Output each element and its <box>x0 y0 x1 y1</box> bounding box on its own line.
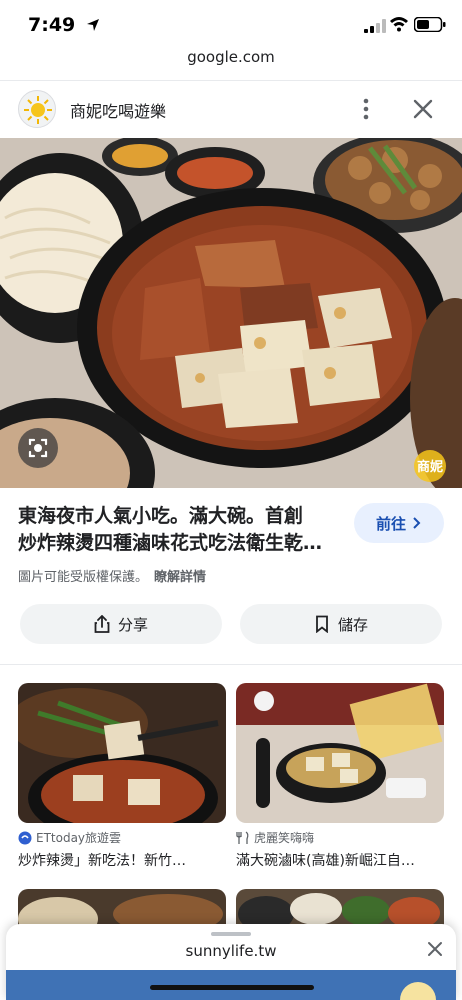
result-title-line: 炒炸辣燙四種滷味花式吃法衛生乾… <box>18 532 323 554</box>
result-title[interactable]: 東海夜市人氣小吃。滿大碗。首創 炒炸辣燙四種滷味花式吃法衛生乾… <box>18 503 348 559</box>
sheet-drag-handle[interactable] <box>211 932 251 936</box>
sun-logo-icon <box>24 96 52 124</box>
site-logo[interactable] <box>18 90 56 128</box>
divider <box>0 664 462 665</box>
chevron-right-icon <box>413 517 421 529</box>
site-header: 商妮吃喝遊樂 <box>0 80 462 138</box>
related-thumbnail[interactable] <box>18 683 226 823</box>
related-source: 虎麗笑嗨嗨 <box>236 829 444 846</box>
food-photo <box>0 138 462 488</box>
share-icon <box>94 615 110 633</box>
copyright-notice: 圖片可能受版權保護。 瞭解詳情 <box>18 566 206 585</box>
visit-button[interactable]: 前往 <box>354 503 444 543</box>
status-bar: 7:49 <box>0 0 462 48</box>
result-title-line: 東海夜市人氣小吃。滿大碗。首創 <box>18 505 304 527</box>
battery-icon <box>414 17 446 32</box>
lens-button[interactable] <box>18 428 58 468</box>
learn-more-link[interactable]: 瞭解詳情 <box>154 570 206 585</box>
location-arrow-icon <box>87 19 99 31</box>
close-icon[interactable] <box>426 940 444 958</box>
related-source-name: ETtoday旅遊雲 <box>36 831 122 845</box>
related-title[interactable]: 滿大碗滷味(高雄)新崛江自… <box>236 850 444 870</box>
related-result-card[interactable]: ETtoday旅遊雲 炒炸辣燙」新吃法！新竹… <box>18 683 226 870</box>
status-time: 7:49 <box>28 14 76 36</box>
bookmark-icon <box>316 615 328 633</box>
related-source-name: 虎麗笑嗨嗨 <box>254 831 315 845</box>
related-result-card[interactable]: 虎麗笑嗨嗨 滿大碗滷味(高雄)新崛江自… <box>236 683 444 870</box>
watermark-logo: 商妮 <box>400 444 456 484</box>
wifi-icon <box>390 17 408 32</box>
svg-text:商妮: 商妮 <box>417 459 443 475</box>
url-text: google.com <box>187 48 275 66</box>
home-indicator <box>150 985 314 990</box>
visit-button-label: 前往 <box>375 514 406 533</box>
share-label: 分享 <box>117 615 148 634</box>
related-title[interactable]: 炒炸辣燙」新吃法！新竹… <box>18 850 226 870</box>
more-vertical-icon[interactable] <box>356 95 376 123</box>
related-thumbnail[interactable] <box>236 683 444 823</box>
lens-icon <box>28 438 48 458</box>
close-icon[interactable] <box>412 98 434 120</box>
url-bar[interactable]: google.com <box>0 48 462 76</box>
ettoday-logo-icon <box>18 831 32 844</box>
related-source: ETtoday旅遊雲 <box>18 829 226 846</box>
site-name[interactable]: 商妮吃喝遊樂 <box>70 98 166 122</box>
signal-icon <box>364 19 386 33</box>
sheet-domain: sunnylife.tw <box>185 942 277 960</box>
fork-knife-icon <box>236 830 249 844</box>
share-button[interactable]: 分享 <box>20 604 222 644</box>
copyright-text: 圖片可能受版權保護。 <box>18 570 149 585</box>
save-button[interactable]: 儲存 <box>240 604 442 644</box>
save-label: 儲存 <box>337 615 368 634</box>
hero-image[interactable]: 商妮 <box>0 138 462 488</box>
